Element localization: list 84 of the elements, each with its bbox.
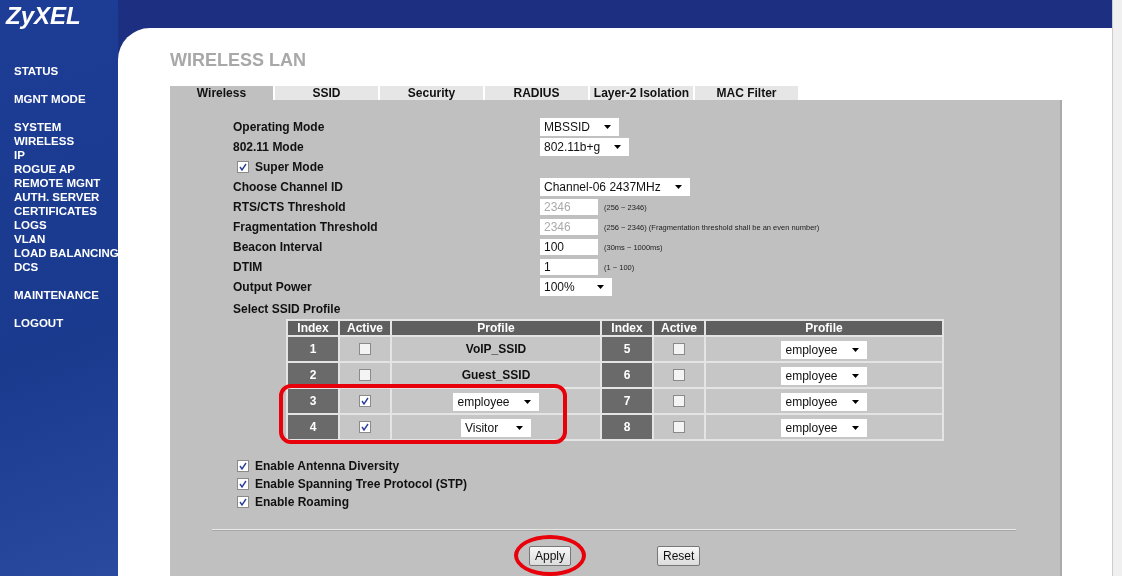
field-label: 802.11 Mode bbox=[233, 140, 305, 154]
checkbox[interactable] bbox=[237, 496, 249, 508]
checkbox-label: Enable Roaming bbox=[255, 495, 349, 509]
input-field[interactable]: 1 bbox=[540, 259, 598, 275]
nav-link[interactable]: IP bbox=[14, 148, 25, 162]
caret-icon bbox=[604, 125, 611, 129]
checkbox[interactable] bbox=[359, 343, 371, 355]
checkbox[interactable] bbox=[237, 161, 249, 173]
checkbox[interactable] bbox=[237, 460, 249, 472]
field-label: RTS/CTS Threshold bbox=[233, 200, 347, 214]
dropdown[interactable]: Visitor bbox=[461, 418, 531, 437]
nav-link[interactable]: CERTIFICATES bbox=[14, 204, 97, 218]
dropdown[interactable]: employee bbox=[781, 340, 867, 359]
caret-icon bbox=[851, 425, 859, 430]
field-label: Output Power bbox=[233, 280, 313, 294]
field-label: Operating Mode bbox=[233, 120, 326, 134]
field-label: DTIM bbox=[233, 260, 264, 274]
nav-link[interactable]: ROGUE AP bbox=[14, 162, 75, 176]
table-cell: Guest_SSID bbox=[391, 362, 601, 388]
dropdown[interactable]: employee bbox=[453, 392, 539, 411]
nav-link[interactable]: AUTH. SERVER bbox=[14, 190, 100, 204]
caret-icon bbox=[851, 399, 859, 404]
caret-icon bbox=[523, 399, 531, 404]
tab[interactable]: Layer-2 Isolation bbox=[590, 86, 693, 100]
checkbox[interactable] bbox=[237, 478, 249, 490]
nav-link[interactable]: LOGS bbox=[14, 218, 47, 232]
nav-link[interactable]: STATUS bbox=[14, 64, 59, 78]
dropdown[interactable]: 802.11b+g bbox=[540, 138, 630, 156]
logo: ZyXEL bbox=[6, 2, 81, 31]
column-header: Active bbox=[653, 320, 705, 336]
nav-link[interactable]: VLAN bbox=[14, 232, 46, 246]
nav-link[interactable]: LOAD BALANCING bbox=[14, 246, 119, 260]
checkbox[interactable] bbox=[673, 369, 685, 381]
dropdown[interactable]: 100% bbox=[540, 278, 612, 296]
caret-icon bbox=[597, 285, 604, 289]
checkbox[interactable] bbox=[673, 421, 685, 433]
column-header: Profile bbox=[391, 320, 601, 336]
column-header: Index bbox=[287, 320, 339, 336]
table-cell: 4 bbox=[287, 414, 339, 440]
scrollbar[interactable] bbox=[1112, 0, 1122, 576]
dropdown[interactable]: employee bbox=[781, 392, 867, 411]
checkbox[interactable] bbox=[359, 369, 371, 381]
nav-link[interactable]: MAINTENANCE bbox=[14, 288, 99, 302]
checkbox-label: Enable Antenna Diversity bbox=[255, 459, 400, 473]
nav-link[interactable]: LOGOUT bbox=[14, 316, 64, 330]
column-header: Profile bbox=[705, 320, 943, 336]
dropdown[interactable]: MBSSID bbox=[540, 118, 619, 136]
nav-link[interactable]: SYSTEM bbox=[14, 120, 62, 134]
tab[interactable]: RADIUS bbox=[485, 86, 588, 100]
dropdown[interactable]: employee bbox=[781, 366, 867, 385]
tab[interactable]: Security bbox=[380, 86, 483, 100]
caret-icon bbox=[614, 145, 622, 149]
caret-icon bbox=[851, 347, 859, 352]
table-cell: 1 bbox=[287, 336, 339, 362]
section-title: Select SSID Profile bbox=[233, 302, 341, 316]
caret-icon bbox=[516, 425, 523, 430]
button[interactable]: Reset bbox=[657, 546, 701, 566]
field-label: Fragmentation Threshold bbox=[233, 220, 379, 234]
column-header: Index bbox=[601, 320, 653, 336]
nav-link[interactable]: MGNT MODE bbox=[14, 92, 86, 106]
nav-link[interactable]: WIRELESS bbox=[14, 134, 75, 148]
table-cell: 3 bbox=[287, 388, 339, 414]
tab[interactable]: MAC Filter bbox=[695, 86, 798, 100]
page-title: WIRELESS LAN bbox=[170, 49, 306, 72]
checkbox[interactable] bbox=[359, 421, 371, 433]
field-label: Beacon Interval bbox=[233, 240, 324, 254]
column-header: Active bbox=[339, 320, 391, 336]
button[interactable]: Apply bbox=[529, 546, 572, 566]
nav-link[interactable]: DCS bbox=[14, 260, 39, 274]
checkbox-label: Enable Spanning Tree Protocol (STP) bbox=[255, 477, 468, 491]
dropdown[interactable]: Channel-06 2437MHz bbox=[540, 178, 690, 196]
checkbox[interactable] bbox=[673, 343, 685, 355]
field-label: Choose Channel ID bbox=[233, 180, 344, 194]
nav-link[interactable]: REMOTE MGNT bbox=[14, 176, 101, 190]
table-cell: VoIP_SSID bbox=[391, 336, 601, 362]
caret-icon bbox=[851, 373, 859, 378]
tab[interactable]: Wireless bbox=[170, 86, 273, 100]
input-field[interactable]: 100 bbox=[540, 239, 598, 255]
checkbox[interactable] bbox=[359, 395, 371, 407]
tab[interactable]: SSID bbox=[275, 86, 378, 100]
checkbox[interactable] bbox=[673, 395, 685, 407]
caret-icon bbox=[674, 185, 682, 189]
dropdown[interactable]: employee bbox=[781, 418, 867, 437]
checkbox-label: Super Mode bbox=[255, 160, 324, 174]
